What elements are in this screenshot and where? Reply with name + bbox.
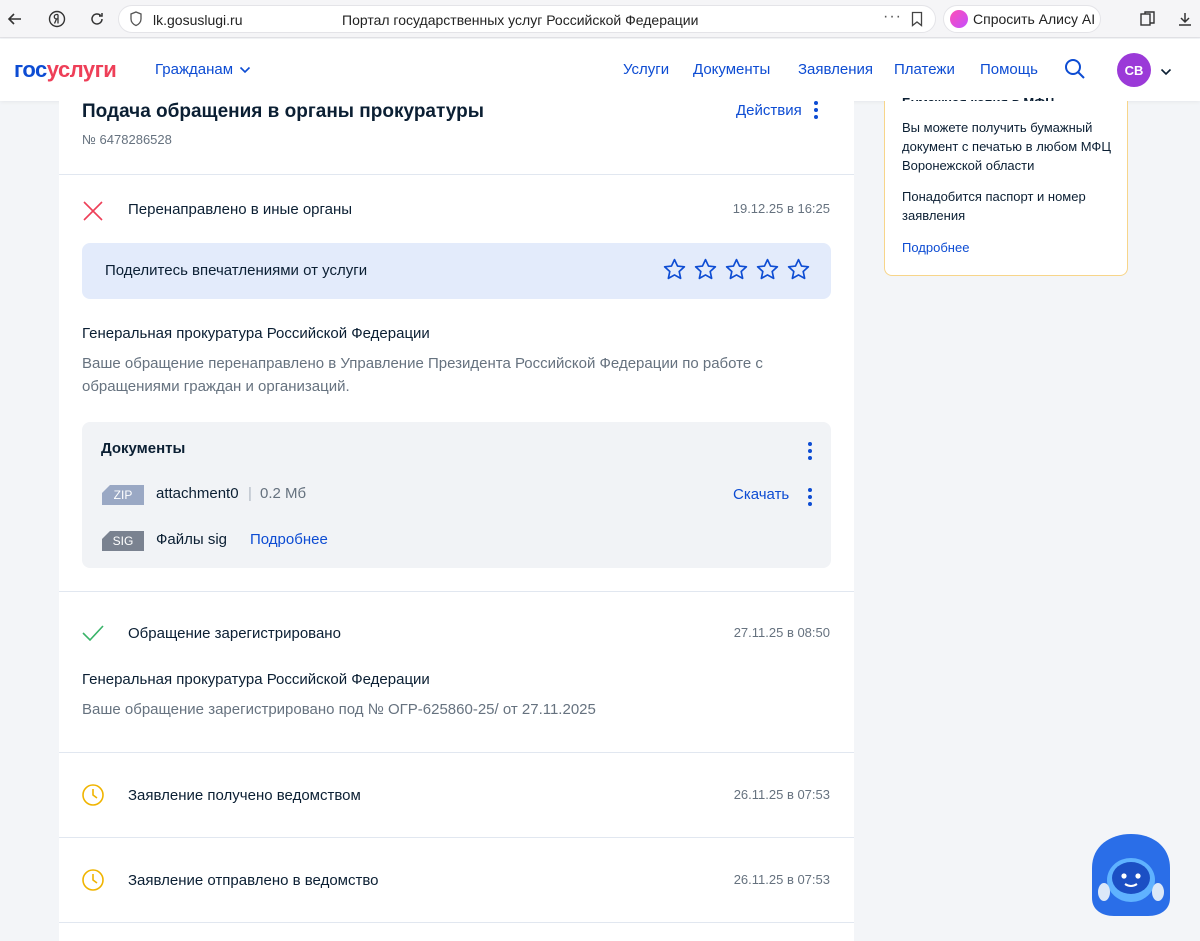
divider bbox=[59, 591, 854, 592]
logo-part1: гос bbox=[14, 57, 47, 82]
event-date: 27.11.25 в 08:50 bbox=[733, 625, 830, 640]
panel-title: Бумажная копия в МФЦ bbox=[902, 95, 1055, 101]
sig-file-icon: SIG bbox=[102, 531, 144, 551]
event-status: Заявление отправлено в ведомство bbox=[128, 872, 379, 889]
download-link[interactable]: Скачать bbox=[733, 486, 789, 503]
alice-icon bbox=[950, 10, 968, 28]
star-icon[interactable] bbox=[786, 257, 811, 282]
star-icon[interactable] bbox=[755, 257, 780, 282]
back-icon[interactable] bbox=[2, 6, 28, 32]
clock-icon bbox=[81, 868, 105, 897]
actions-button[interactable]: Действия bbox=[736, 101, 818, 119]
chevron-down-icon bbox=[239, 61, 251, 78]
search-icon[interactable] bbox=[1064, 58, 1086, 85]
event-status: Перенаправлено в иные органы bbox=[128, 201, 353, 218]
rating-stars bbox=[662, 257, 811, 282]
event-status: Обращение зарегистрировано bbox=[128, 625, 341, 642]
divider bbox=[59, 752, 854, 753]
nav-help[interactable]: Помощь bbox=[980, 61, 1038, 78]
nav-applications[interactable]: Заявления bbox=[798, 61, 873, 78]
zip-file-icon: ZIP bbox=[102, 485, 144, 505]
feedback-banner: Поделитесь впечатлениями от услуги bbox=[82, 243, 831, 299]
assistant-robot-icon[interactable] bbox=[1090, 832, 1172, 918]
file-name: Файлы sig bbox=[156, 531, 228, 548]
yandex-icon[interactable] bbox=[44, 6, 70, 32]
event-status: Заявление получено ведомством bbox=[128, 787, 361, 804]
address-url: lk.gosuslugi.ru bbox=[153, 12, 243, 28]
divider bbox=[59, 837, 854, 838]
actions-label: Действия bbox=[736, 101, 802, 119]
event-date: 19.12.25 в 16:25 bbox=[732, 201, 830, 216]
kebab-icon bbox=[813, 101, 818, 119]
nav-documents[interactable]: Документы bbox=[693, 61, 770, 78]
page-title-tab: Портал государственных услуг Российской … bbox=[342, 12, 699, 28]
tabs-icon[interactable] bbox=[1135, 6, 1161, 32]
bookmark-icon[interactable] bbox=[911, 11, 923, 32]
request-card: Подача обращения в органы прокуратуры № … bbox=[59, 101, 854, 941]
address-bar[interactable]: lk.gosuslugi.ru Портал государственных у… bbox=[118, 5, 936, 33]
kebab-icon[interactable] bbox=[808, 488, 812, 506]
check-icon bbox=[81, 621, 105, 650]
file-name: attachment0 bbox=[156, 485, 239, 502]
site-header: госуслуги Гражданам Услуги Документы Зая… bbox=[0, 39, 1200, 101]
cross-icon bbox=[81, 199, 105, 228]
documents-block: Документы ZIP attachment0 | 0.2 Мб Скача… bbox=[82, 422, 831, 568]
nav-services[interactable]: Услуги bbox=[623, 61, 669, 78]
divider bbox=[59, 174, 854, 175]
separator: | bbox=[248, 485, 252, 502]
divider bbox=[59, 922, 854, 923]
more-info-link[interactable]: Подробнее bbox=[250, 531, 328, 548]
page-title: Подача обращения в органы прокуратуры bbox=[82, 101, 484, 122]
event-date: 26.11.25 в 07:53 bbox=[733, 872, 830, 887]
panel-text: Вы можете получить бумажный документ с п… bbox=[902, 120, 1111, 173]
mfc-info-panel: Бумажная копия в МФЦ Вы можете получить … bbox=[884, 95, 1128, 276]
ask-alice-button[interactable]: Спросить Алису AI bbox=[943, 5, 1101, 33]
request-number: № 6478286528 bbox=[82, 132, 172, 147]
more-info-link[interactable]: Подробнее bbox=[902, 240, 969, 255]
kebab-icon[interactable] bbox=[808, 442, 812, 460]
browser-toolbar: lk.gosuslugi.ru Портал государственных у… bbox=[0, 0, 1200, 38]
gosuslugi-logo[interactable]: госуслуги bbox=[14, 57, 117, 83]
feedback-text: Поделитесь впечатлениями от услуги bbox=[105, 262, 368, 279]
shield-icon bbox=[129, 11, 143, 32]
event-description: Ваше обращение зарегистрировано под № ОГ… bbox=[82, 701, 596, 718]
audience-label: Гражданам bbox=[155, 61, 234, 78]
panel-text: Понадобится паспорт и номер заявления bbox=[902, 189, 1086, 223]
reload-icon[interactable] bbox=[84, 6, 110, 32]
avatar[interactable]: СВ bbox=[1117, 53, 1151, 87]
documents-title: Документы bbox=[101, 440, 186, 457]
organization-name: Генеральная прокуратура Российской Федер… bbox=[82, 325, 430, 342]
chevron-down-icon[interactable] bbox=[1160, 63, 1172, 81]
ask-alice-label: Спросить Алису AI bbox=[973, 11, 1096, 27]
download-icon[interactable] bbox=[1172, 6, 1198, 32]
star-icon[interactable] bbox=[724, 257, 749, 282]
clock-icon bbox=[81, 783, 105, 812]
event-description: Ваше обращение перенаправлено в Управлен… bbox=[82, 355, 763, 395]
organization-name: Генеральная прокуратура Российской Федер… bbox=[82, 671, 430, 688]
nav-payments[interactable]: Платежи bbox=[894, 61, 955, 78]
more-dots-icon[interactable]: ··· bbox=[883, 8, 902, 26]
star-icon[interactable] bbox=[662, 257, 687, 282]
file-size: 0.2 Мб bbox=[260, 485, 307, 502]
event-date: 26.11.25 в 07:53 bbox=[733, 787, 830, 802]
logo-part2: услуги bbox=[46, 57, 117, 82]
audience-dropdown[interactable]: Гражданам bbox=[155, 61, 251, 78]
star-icon[interactable] bbox=[693, 257, 718, 282]
